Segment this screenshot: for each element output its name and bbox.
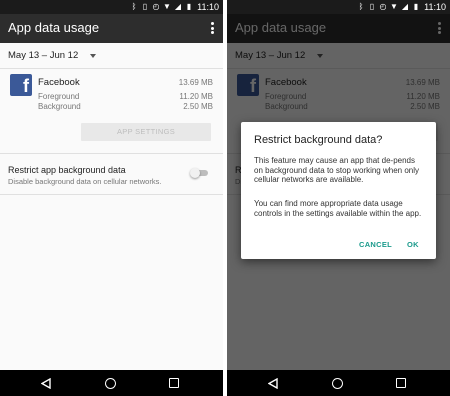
app-name: Facebook [38,77,80,88]
status-time: 11:10 [424,2,446,12]
recent-apps-icon[interactable] [169,378,179,388]
wifi-icon: ▼ [163,2,171,11]
toggle-thumb [190,168,200,178]
signal-icon: ◢ [174,2,182,11]
date-range-dropdown[interactable]: May 13 – Jun 12 [8,50,97,61]
recent-apps-icon[interactable] [396,378,406,388]
wifi-icon: ▼ [390,2,398,11]
status-bar: ᛒ ▯ ◴ ▼ ◢ ▮ 11:10 [0,0,223,14]
divider [0,68,223,69]
home-icon[interactable] [332,378,343,389]
background-label: Background [38,102,81,111]
status-icons: ᛒ ▯ ◴ ▼ ◢ ▮ [357,2,420,11]
signal-icon: ◢ [401,2,409,11]
cancel-button[interactable]: CANCEL [359,240,392,249]
navigation-bar [0,370,223,396]
restrict-background-dialog: Restrict background data? This feature m… [241,122,436,259]
navigation-bar [227,370,450,396]
foreground-label: Foreground [38,92,80,101]
restrict-background-title: Restrict app background data [8,165,126,175]
status-icons: ᛒ ▯ ◴ ▼ ◢ ▮ [130,2,193,11]
date-range-label: May 13 – Jun 12 [8,50,79,61]
facebook-app-icon: f [10,74,32,96]
page-title: App data usage [8,20,100,35]
battery-icon: ▮ [186,2,192,11]
divider [0,194,223,195]
app-total-usage: 13.69 MB [178,78,213,87]
alarm-icon: ◴ [379,2,387,11]
restrict-background-subtitle: Disable background data on cellular netw… [8,177,162,186]
dialog-title: Restrict background data? [254,134,383,146]
back-icon[interactable] [41,378,51,389]
status-time: 11:10 [197,2,219,12]
foreground-value: 11.20 MB [179,92,213,101]
vibrate-icon: ▯ [142,2,148,11]
status-bar: ᛒ ▯ ◴ ▼ ◢ ▮ 11:10 [227,0,450,14]
app-data-usage-screen-dialog: ᛒ ▯ ◴ ▼ ◢ ▮ 11:10 App data usage May 13 … [227,0,450,396]
bluetooth-icon: ᛒ [131,2,137,11]
dialog-message: This feature may cause an app that de-pe… [254,156,419,185]
vibrate-icon: ▯ [369,2,375,11]
dropdown-arrow-icon [90,53,97,58]
app-settings-button[interactable]: APP SETTINGS [81,123,211,141]
bluetooth-icon: ᛒ [358,2,364,11]
app-bar: App data usage [0,14,223,43]
background-value: 2.50 MB [183,102,213,111]
ok-button[interactable]: OK [407,240,419,249]
back-icon[interactable] [268,378,278,389]
overflow-menu-icon[interactable] [209,20,215,36]
app-data-usage-screen: ᛒ ▯ ◴ ▼ ◢ ▮ 11:10 App data usage May 13 … [0,0,223,396]
restrict-background-toggle[interactable] [190,168,210,178]
divider [0,153,223,154]
home-icon[interactable] [105,378,116,389]
dialog-message-secondary: You can find more appropriate data usage… [254,199,422,218]
alarm-icon: ◴ [152,2,160,11]
battery-icon: ▮ [413,2,419,11]
